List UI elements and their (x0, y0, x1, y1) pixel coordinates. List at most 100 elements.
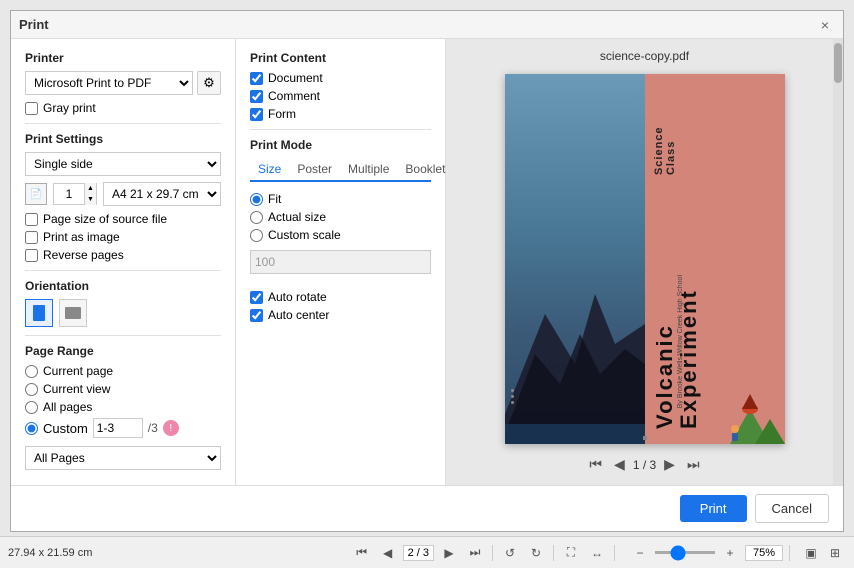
auto-rotate-checkbox[interactable] (250, 291, 263, 304)
page-right-half: Science Class Volcanic Experiment Willow… (645, 74, 785, 444)
preview-nav-next[interactable]: ▶ (660, 454, 679, 475)
page-source-label[interactable]: Page size of source file (43, 212, 167, 226)
bottom-indicator (643, 436, 647, 440)
info-icon[interactable]: ! (163, 420, 179, 436)
print-mode-tabs: Size Poster Multiple Booklet (250, 158, 431, 182)
preview-class-text: Science Class (653, 89, 677, 175)
print-as-image-label[interactable]: Print as image (43, 230, 120, 244)
printer-select[interactable]: Microsoft Print to PDF (25, 71, 193, 95)
preview-scrollbar[interactable] (833, 39, 843, 485)
reverse-pages-checkbox[interactable] (25, 249, 38, 262)
comment-checkbox[interactable] (250, 90, 263, 103)
current-view-radio[interactable] (25, 383, 38, 396)
all-pages-radio[interactable] (25, 401, 38, 414)
divider-middle (250, 129, 431, 130)
custom-range-label[interactable]: Custom (43, 421, 88, 436)
paper-size-select[interactable]: A4 21 x 29.7 cm (103, 182, 221, 206)
preview-page-indicator: 1 / 3 (633, 458, 656, 472)
divider-1 (25, 123, 221, 124)
zoom-percentage: 75% (745, 545, 783, 561)
all-pages-row: All pages (25, 400, 221, 414)
tab-poster[interactable]: Poster (289, 158, 340, 182)
current-page-radio[interactable] (25, 365, 38, 378)
current-view-row: Current view (25, 382, 221, 396)
zoom-in-button[interactable]: + (719, 542, 741, 564)
preview-dots (511, 389, 514, 404)
mountain-svg (505, 224, 645, 444)
document-checkbox[interactable] (250, 72, 263, 85)
preview-nav-prev[interactable]: ◀ (610, 454, 629, 475)
auto-rotate-label[interactable]: Auto rotate (268, 290, 327, 304)
toolbar-fit-width[interactable]: ↔ (586, 542, 608, 564)
toolbar-separator-2 (553, 545, 554, 561)
portrait-button[interactable] (25, 299, 53, 327)
preview-page: Science Class Volcanic Experiment Willow… (505, 74, 785, 444)
actual-size-radio[interactable] (250, 211, 263, 224)
all-pages-label[interactable]: All pages (43, 400, 92, 414)
tab-multiple[interactable]: Multiple (340, 158, 397, 182)
document-label[interactable]: Document (268, 71, 323, 85)
scale-input-row (250, 246, 431, 282)
auto-center-checkbox[interactable] (250, 309, 263, 322)
custom-scale-radio[interactable] (250, 229, 263, 242)
comment-label[interactable]: Comment (268, 89, 320, 103)
preview-dot-2 (511, 395, 514, 398)
toolbar-fit-page[interactable]: ⛶ (560, 542, 582, 564)
current-view-label[interactable]: Current view (43, 382, 110, 396)
preview-nav: ⏮ ◀ 1 / 3 ▶ ⏭ (585, 454, 703, 475)
toolbar-navigate-next[interactable]: ▶ (438, 542, 460, 564)
preview-nav-last[interactable]: ⏭ (683, 454, 704, 475)
toolbar-rotate-left[interactable]: ↺ (499, 542, 521, 564)
divider-3 (25, 335, 221, 336)
form-label[interactable]: Form (268, 107, 296, 121)
close-button[interactable]: × (815, 15, 835, 35)
gray-print-checkbox[interactable] (25, 102, 38, 115)
toolbar-rotate-right[interactable]: ↻ (525, 542, 547, 564)
portrait-icon (32, 304, 46, 322)
print-as-image-checkbox[interactable] (25, 231, 38, 244)
custom-scale-label[interactable]: Custom scale (268, 228, 341, 242)
preview-dot-1 (511, 389, 514, 392)
toolbar-separator-4 (789, 545, 790, 561)
copies-up-button[interactable]: ▲ (85, 183, 96, 194)
custom-scale-row: Custom scale (250, 228, 431, 242)
preview-author-text: By Brooke Wells (677, 357, 684, 408)
toolbar-navigate-prev[interactable]: ◀ (377, 542, 399, 564)
custom-range-radio[interactable] (25, 422, 38, 435)
fit-label[interactable]: Fit (268, 192, 281, 206)
custom-range-row: Custom /3 ! (25, 418, 221, 438)
landscape-button[interactable] (59, 299, 87, 327)
pages-filter-select[interactable]: All Pages (25, 446, 221, 470)
copies-row: 📄 ▲ ▼ A4 21 x 29.7 cm (25, 182, 221, 206)
single-page-view-button[interactable]: ▣ (800, 542, 822, 564)
scale-value-input[interactable] (250, 250, 431, 274)
print-button[interactable]: Print (680, 495, 747, 522)
page-size: 27.94 x 21.59 cm (8, 547, 92, 559)
page-source-checkbox[interactable] (25, 213, 38, 226)
copies-down-button[interactable]: ▼ (85, 194, 96, 205)
current-page-row: Current page (25, 364, 221, 378)
preview-filename: science-copy.pdf (600, 49, 689, 63)
reverse-pages-label[interactable]: Reverse pages (43, 248, 124, 262)
preview-nav-first[interactable]: ⏮ (585, 454, 606, 475)
single-side-select[interactable]: Single side Both sides (25, 152, 221, 176)
toolbar-navigate-end[interactable]: ⏭ (464, 542, 486, 564)
toolbar-navigate-start[interactable]: ⏮ (351, 542, 373, 564)
auto-center-label[interactable]: Auto center (268, 308, 329, 322)
continuous-view-button[interactable]: ⊞ (824, 542, 846, 564)
gray-print-label[interactable]: Gray print (43, 101, 96, 115)
actual-size-label[interactable]: Actual size (268, 210, 326, 224)
zoom-out-button[interactable]: − (629, 542, 651, 564)
current-page-label[interactable]: Current page (43, 364, 113, 378)
custom-range-input[interactable] (93, 418, 143, 438)
copies-input[interactable] (54, 184, 84, 204)
cancel-button[interactable]: Cancel (755, 494, 829, 523)
dialog-titlebar: Print × (11, 11, 843, 39)
fit-radio[interactable] (250, 193, 263, 206)
zoom-slider[interactable] (655, 551, 715, 554)
auto-center-row: Auto center (250, 308, 431, 322)
form-checkbox[interactable] (250, 108, 263, 121)
printer-settings-button[interactable]: ⚙ (197, 71, 221, 95)
page-range-title: Page Range (25, 344, 221, 358)
tab-size[interactable]: Size (250, 158, 289, 182)
